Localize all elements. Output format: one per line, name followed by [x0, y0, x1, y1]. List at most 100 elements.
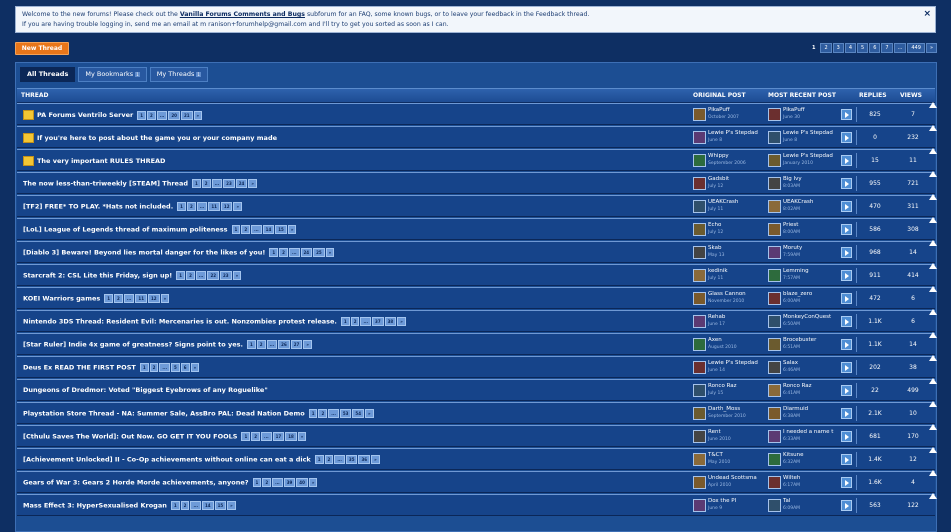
thread-page-link[interactable]: ... — [328, 409, 339, 418]
thread-title-link[interactable]: If you're here to post about the game yo… — [37, 134, 277, 142]
go-to-last-post-icon[interactable] — [841, 385, 852, 396]
go-to-last-post-icon[interactable] — [841, 201, 852, 212]
go-to-last-post-icon[interactable] — [841, 178, 852, 189]
thread-page-link[interactable]: 2 — [186, 202, 196, 211]
original-poster[interactable]: Lewie P's Stepdad — [708, 130, 758, 137]
go-to-last-post-icon[interactable] — [841, 155, 852, 166]
thread-page-link[interactable]: 27 — [290, 340, 303, 349]
recent-poster[interactable]: Lewie P's Stepdad — [783, 153, 833, 160]
recent-poster[interactable]: Salax — [783, 360, 800, 367]
thread-page-link[interactable]: » — [308, 478, 318, 487]
recent-poster[interactable]: MonkeyConQuest — [783, 314, 831, 321]
thread-page-link[interactable]: 2 — [350, 317, 360, 326]
thread-page-link[interactable]: » — [248, 179, 257, 188]
avatar[interactable] — [768, 108, 781, 121]
collapse-corner-icon[interactable] — [929, 171, 937, 177]
thread-title-link[interactable]: Mass Effect 3: HyperSexualised Krogan — [23, 502, 167, 510]
tab-my-threads[interactable]: My Threads 1 — [149, 67, 208, 82]
thread-page-link[interactable]: 35 — [345, 455, 358, 464]
thread-page-link[interactable]: 2 — [251, 432, 261, 441]
thread-page-link[interactable]: 36 — [358, 455, 371, 464]
avatar[interactable] — [693, 407, 706, 420]
recent-poster[interactable]: Big Ivy — [783, 176, 802, 183]
thread-title-link[interactable]: The very important RULES THREAD — [37, 157, 165, 165]
go-to-last-post-icon[interactable] — [841, 293, 852, 304]
avatar[interactable] — [693, 384, 706, 397]
thread-page-link[interactable]: ... — [156, 110, 168, 120]
original-poster[interactable]: kedinik — [708, 268, 728, 275]
thread-page-link[interactable]: 14 — [202, 501, 214, 510]
recent-poster[interactable]: UEAKCrash — [783, 199, 813, 206]
thread-page-link[interactable]: ... — [251, 225, 262, 234]
recent-poster[interactable]: Lemming — [783, 268, 809, 275]
avatar[interactable] — [768, 453, 781, 466]
page-link[interactable]: 6 — [869, 43, 881, 53]
thread-page-link[interactable]: 1 — [170, 501, 180, 510]
tab-my-bookmarks[interactable]: My Bookmarks 1 — [78, 67, 147, 82]
go-to-last-post-icon[interactable] — [841, 339, 852, 350]
thread-page-link[interactable]: » — [193, 110, 203, 120]
go-to-last-post-icon[interactable] — [841, 408, 852, 419]
avatar[interactable] — [693, 177, 706, 190]
thread-page-link[interactable]: 2 — [201, 179, 211, 188]
thread-page-link[interactable]: 2 — [324, 455, 334, 464]
collapse-corner-icon[interactable] — [929, 447, 937, 453]
thread-page-link[interactable]: 53 — [339, 409, 352, 418]
thread-page-link[interactable]: » — [190, 363, 200, 372]
avatar[interactable] — [693, 200, 706, 213]
page-link[interactable]: 3 — [832, 43, 844, 53]
thread-page-link[interactable]: 1 — [340, 317, 350, 326]
thread-page-link[interactable]: 2 — [114, 294, 123, 303]
recent-poster[interactable]: Kitsune — [783, 452, 804, 459]
column-views[interactable]: VIEWS — [900, 92, 922, 99]
recent-poster[interactable]: Brocebuster — [783, 337, 816, 344]
thread-page-link[interactable]: 1 — [269, 248, 279, 257]
thread-page-link[interactable]: 2 — [149, 363, 159, 372]
thread-page-link[interactable]: » — [303, 340, 312, 349]
avatar[interactable] — [768, 131, 781, 144]
avatar[interactable] — [768, 384, 781, 397]
thread-page-link[interactable]: 24 — [235, 179, 248, 188]
original-poster[interactable]: Axen — [708, 337, 737, 344]
avatar[interactable] — [693, 315, 706, 328]
collapse-corner-icon[interactable] — [929, 240, 937, 246]
thread-page-link[interactable]: 23 — [223, 179, 235, 188]
tab-all-threads[interactable]: All Threads — [20, 67, 76, 82]
thread-page-link[interactable]: 1 — [247, 340, 256, 349]
collapse-corner-icon[interactable] — [929, 148, 937, 154]
thread-page-link[interactable]: 2 — [186, 271, 195, 280]
original-poster[interactable]: Whippy — [708, 153, 746, 160]
collapse-corner-icon[interactable] — [929, 263, 937, 269]
recent-poster[interactable]: Lewie P's Stepdad — [783, 130, 833, 137]
go-to-last-post-icon[interactable] — [841, 109, 852, 120]
thread-page-link[interactable]: 2 — [279, 248, 288, 257]
collapse-corner-icon[interactable] — [929, 355, 937, 361]
go-to-last-post-icon[interactable] — [841, 224, 852, 235]
original-poster[interactable]: Darth_Moss — [708, 406, 746, 413]
recent-poster[interactable]: PikaPuff — [783, 107, 805, 114]
avatar[interactable] — [768, 246, 781, 259]
thread-page-link[interactable]: 1 — [241, 432, 251, 441]
avatar[interactable] — [693, 453, 706, 466]
thread-page-link[interactable]: 12 — [147, 294, 160, 303]
page-link[interactable]: 4 — [844, 43, 857, 53]
thread-page-link[interactable]: » — [160, 294, 170, 303]
avatar[interactable] — [768, 269, 781, 282]
thread-title-link[interactable]: [Diablo 3] Beware! Beyond lies mortal da… — [23, 249, 265, 257]
thread-title-link[interactable]: [LoL] League of Legends thread of maximu… — [23, 226, 228, 234]
original-poster[interactable]: Dox the PI — [708, 498, 736, 505]
thread-page-link[interactable]: 1 — [231, 225, 241, 234]
new-thread-button[interactable]: New Thread — [15, 42, 69, 55]
original-poster[interactable]: Lewie P's Stepdad — [708, 360, 758, 367]
thread-title-link[interactable]: Starcraft 2: CSL Lite this Friday, sign … — [23, 272, 172, 280]
collapse-corner-icon[interactable] — [929, 378, 937, 384]
thread-page-link[interactable]: 17 — [272, 432, 285, 441]
original-poster[interactable]: Undead Scottsma — [708, 475, 757, 482]
avatar[interactable] — [693, 154, 706, 167]
thread-page-link[interactable]: 6 — [180, 363, 190, 372]
thread-page-link[interactable]: 39 — [283, 478, 296, 487]
thread-page-link[interactable]: ... — [196, 202, 208, 211]
avatar[interactable] — [768, 177, 781, 190]
thread-page-link[interactable]: 18 — [285, 432, 297, 441]
thread-page-link[interactable]: 2 — [262, 478, 272, 487]
